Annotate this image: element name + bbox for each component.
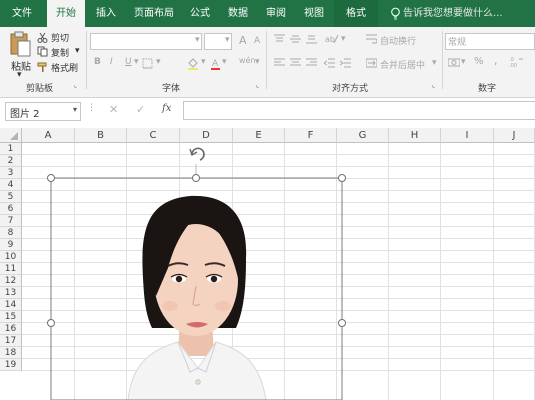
increase-decimal-icon[interactable]: .0.00 bbox=[509, 56, 527, 71]
tab-format[interactable]: 格式 bbox=[334, 0, 378, 27]
photo-button bbox=[195, 379, 201, 385]
number-format-combo[interactable]: 常规 bbox=[445, 33, 535, 50]
paste-icon[interactable] bbox=[9, 31, 31, 60]
align-center-icon[interactable] bbox=[290, 58, 301, 71]
increase-indent-icon[interactable] bbox=[339, 58, 351, 71]
align-right-icon[interactable] bbox=[306, 58, 317, 71]
shrink-font-button[interactable]: A bbox=[254, 36, 260, 46]
copy-dropdown-icon[interactable]: ▾ bbox=[75, 46, 80, 56]
clipboard-launcher-icon[interactable]: ⌞ bbox=[74, 81, 77, 89]
cut-button[interactable]: 剪切 bbox=[51, 31, 69, 44]
alignment-group-label: 对齐方式 bbox=[332, 84, 369, 94]
font-launcher-icon[interactable]: ⌞ bbox=[256, 81, 259, 89]
tab-file[interactable]: 文件 bbox=[4, 0, 40, 27]
picture-2[interactable] bbox=[0, 128, 535, 400]
resize-handle-top[interactable] bbox=[192, 174, 200, 182]
tab-data[interactable]: 数据 bbox=[221, 0, 255, 27]
svg-text:ab: ab bbox=[325, 35, 335, 44]
font-group-label: 字体 bbox=[162, 84, 181, 94]
underline-button[interactable]: U bbox=[125, 57, 132, 67]
merge-dropdown-icon[interactable]: ▾ bbox=[432, 58, 437, 68]
tab-page-layout[interactable]: 页面布局 bbox=[128, 0, 180, 27]
bold-button[interactable]: B bbox=[94, 57, 101, 67]
font-name-combo[interactable] bbox=[90, 33, 202, 50]
merge-center-button[interactable]: 合并后居中 bbox=[380, 58, 425, 71]
resize-handle-top-right[interactable] bbox=[338, 174, 346, 182]
font-color-dropdown-icon[interactable]: ▾ bbox=[222, 57, 227, 67]
percent-style-button[interactable]: % bbox=[474, 56, 484, 67]
italic-button[interactable]: I bbox=[110, 57, 113, 67]
ribbon-tab-bar: 文件 开始 插入 页面布局 公式 数据 审阅 视图 格式 告诉我您想要做什么..… bbox=[0, 0, 535, 27]
fill-color-icon[interactable] bbox=[187, 57, 199, 73]
worksheet-grid[interactable]: ABCDEFGHIJ 1 2 3 4 5 6 7 8 9 10 11 12 13 14 15 16 17 18 19 bbox=[0, 128, 535, 400]
accounting-dropdown-icon[interactable]: ▾ bbox=[461, 57, 466, 67]
lightbulb-icon bbox=[390, 7, 401, 23]
name-box-dropdown-icon[interactable]: ▾ bbox=[73, 105, 77, 114]
accounting-format-icon[interactable] bbox=[447, 57, 461, 71]
copy-icon bbox=[37, 46, 48, 60]
font-color-icon[interactable]: A bbox=[210, 57, 221, 73]
cut-icon bbox=[37, 32, 48, 46]
tell-me-search[interactable]: 告诉我您想要做什么... bbox=[403, 0, 513, 27]
bottom-align-icon[interactable] bbox=[306, 34, 317, 47]
resize-handle-top-left[interactable] bbox=[47, 174, 55, 182]
underline-dropdown-icon[interactable]: ▾ bbox=[134, 57, 139, 67]
format-painter-button[interactable]: 格式刷 bbox=[51, 61, 78, 74]
formula-bar-drag-handle[interactable]: ⋮ bbox=[87, 103, 96, 113]
tab-view[interactable]: 视图 bbox=[297, 0, 331, 27]
wrap-text-icon bbox=[366, 34, 378, 47]
decrease-indent-icon[interactable] bbox=[323, 58, 335, 71]
comma-style-button[interactable]: , bbox=[494, 54, 498, 67]
confirm-entry-icon[interactable]: ✓ bbox=[136, 103, 145, 116]
number-format-value: 常规 bbox=[448, 38, 467, 48]
resize-handle-right[interactable] bbox=[338, 319, 346, 327]
formula-input[interactable] bbox=[183, 101, 535, 120]
cancel-entry-icon[interactable]: ✕ bbox=[109, 103, 118, 116]
borders-dropdown-icon[interactable]: ▾ bbox=[156, 57, 161, 67]
grow-font-button[interactable]: A bbox=[239, 34, 247, 47]
middle-align-icon[interactable] bbox=[290, 34, 301, 47]
font-size-dropdown-icon[interactable]: ▾ bbox=[225, 35, 230, 45]
wrap-text-button[interactable]: 自动换行 bbox=[380, 34, 416, 47]
font-name-dropdown-icon[interactable]: ▾ bbox=[195, 35, 200, 45]
tab-review[interactable]: 审阅 bbox=[259, 0, 293, 27]
name-box[interactable]: 图片 2 ▾ bbox=[5, 102, 81, 121]
rotate-handle-icon[interactable] bbox=[189, 147, 205, 161]
clipboard-group-label: 剪贴板 bbox=[26, 84, 54, 94]
borders-icon[interactable] bbox=[142, 58, 153, 72]
fill-color-dropdown-icon[interactable]: ▾ bbox=[201, 57, 206, 67]
number-group-label: 数字 bbox=[478, 84, 497, 94]
top-align-icon[interactable] bbox=[274, 34, 285, 47]
align-left-icon[interactable] bbox=[274, 58, 285, 71]
phonetic-dropdown-icon[interactable]: ▾ bbox=[255, 57, 260, 67]
merge-center-icon bbox=[365, 58, 378, 71]
svg-text:A: A bbox=[212, 59, 219, 69]
insert-function-button[interactable]: fx bbox=[162, 103, 171, 114]
format-painter-icon bbox=[37, 62, 48, 76]
phonetic-guide-button[interactable]: wén bbox=[239, 56, 256, 65]
tab-home[interactable]: 开始 bbox=[47, 0, 85, 27]
copy-button[interactable]: 复制 bbox=[51, 46, 69, 59]
alignment-launcher-icon[interactable]: ⌞ bbox=[432, 81, 435, 89]
tab-insert[interactable]: 插入 bbox=[88, 0, 124, 27]
svg-text:.00: .00 bbox=[509, 63, 517, 68]
paste-dropdown-icon[interactable]: ▾ bbox=[17, 70, 22, 80]
tab-formulas[interactable]: 公式 bbox=[183, 0, 217, 27]
orientation-dropdown-icon[interactable]: ▾ bbox=[341, 34, 346, 44]
orientation-icon[interactable]: ab bbox=[325, 32, 339, 47]
ribbon-home: 粘贴 ▾ 剪切 复制 ▾ 格式刷 剪贴板 ⌞ ▾ ▾ A A B I U ▾ ▾… bbox=[0, 27, 535, 98]
resize-handle-left[interactable] bbox=[47, 319, 55, 327]
name-box-value: 图片 2 bbox=[10, 109, 40, 120]
